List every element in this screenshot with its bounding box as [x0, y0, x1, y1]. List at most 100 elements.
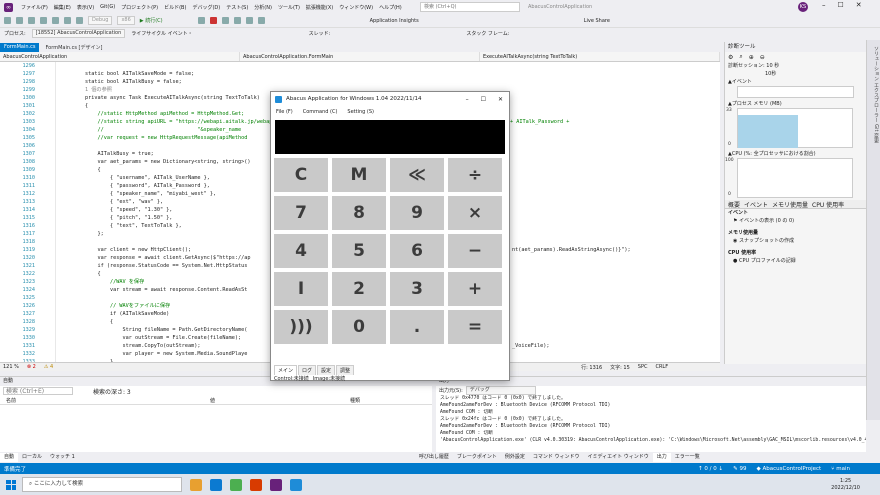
- forward-icon[interactable]: [16, 17, 23, 24]
- record-cpu-profile-link[interactable]: ● CPU プロファイルの記録: [725, 257, 866, 265]
- nav-project-dropdown[interactable]: AbacusControlApplication: [0, 52, 240, 61]
- maximize-icon[interactable]: ☐: [838, 1, 844, 9]
- tab-memory-usage[interactable]: メモリ使用量: [772, 200, 808, 209]
- search-icon[interactable]: ⌕: [739, 53, 742, 61]
- memory-header[interactable]: ▲プロセス メモリ (MB): [725, 100, 866, 108]
- take-snapshot-link[interactable]: ◉ スナップショットの作成: [725, 237, 866, 245]
- save-icon[interactable]: [40, 17, 47, 24]
- code-line[interactable]: static bool AITalkBusy = false;: [60, 78, 720, 86]
- save-all-icon[interactable]: [52, 17, 59, 24]
- menu-item[interactable]: Git(G): [100, 4, 115, 10]
- avatar[interactable]: KS: [798, 2, 808, 12]
- warning-count[interactable]: ⚠ 4: [44, 364, 53, 370]
- key-button[interactable]: +: [448, 272, 502, 306]
- menu-item[interactable]: ウィンドウ(W): [339, 4, 373, 11]
- key-button[interactable]: ))): [274, 310, 328, 344]
- key-button[interactable]: ×: [448, 196, 502, 230]
- menu-item[interactable]: 分析(N): [254, 4, 272, 11]
- code-line[interactable]: static bool AITalkSaveMode = false;: [60, 70, 720, 78]
- project-indicator[interactable]: ◆ AbacusControlProject: [757, 466, 822, 472]
- tab-events[interactable]: イベント: [744, 200, 768, 209]
- menu-item[interactable]: 編集(E): [54, 4, 71, 11]
- key-button[interactable]: −: [448, 234, 502, 268]
- edge-icon[interactable]: [210, 478, 222, 491]
- branch-indicator[interactable]: ⑂ main: [831, 466, 850, 472]
- side-tool-strip[interactable]: ソリューション エクスプローラー Git 変更: [866, 40, 880, 420]
- zoom-out-icon[interactable]: ⊖: [760, 54, 765, 61]
- live-share-button[interactable]: Live Share: [584, 18, 610, 24]
- calculator-title-bar[interactable]: Abacus Application for Windows 1.04 2022…: [271, 92, 509, 106]
- redo-icon[interactable]: [76, 17, 83, 24]
- autos-search-input[interactable]: 検索 (Ctrl+E): [3, 387, 73, 395]
- tab-formmain-cs[interactable]: FormMain.cs: [0, 43, 40, 52]
- show-events-link[interactable]: ⚑ イベントの表示 (0 の 0): [725, 217, 866, 225]
- settings-gear-icon[interactable]: ⚙: [728, 54, 733, 61]
- menu-item[interactable]: ヘルプ(H): [379, 4, 402, 11]
- key-button[interactable]: M: [332, 158, 386, 192]
- search-depth-dropdown[interactable]: 検索の深さ: 3: [93, 387, 131, 396]
- error-count[interactable]: ⊗ 2: [27, 364, 36, 370]
- menu-setting[interactable]: Setting (S): [347, 109, 374, 115]
- explorer-icon[interactable]: [190, 478, 202, 491]
- tab-main[interactable]: メイン: [274, 365, 298, 375]
- tab-adjust[interactable]: 調整: [336, 365, 355, 375]
- menu-item[interactable]: 拡張機能(X): [306, 4, 333, 11]
- app-insights-button[interactable]: Application Insights: [370, 18, 419, 24]
- zoom-in-icon[interactable]: ⊕: [749, 54, 754, 61]
- continue-button[interactable]: ▶ 続行(C): [140, 17, 163, 24]
- calc-close-icon[interactable]: ✕: [498, 96, 503, 103]
- abacus-app-icon[interactable]: [290, 478, 302, 491]
- events-header[interactable]: ▲イベント: [725, 78, 866, 86]
- step-out-icon[interactable]: [257, 17, 265, 24]
- key-button[interactable]: 6: [390, 234, 444, 268]
- undo-icon[interactable]: [64, 17, 71, 24]
- key-button[interactable]: 9: [390, 196, 444, 230]
- close-icon[interactable]: ✕: [856, 1, 862, 9]
- platform-dropdown[interactable]: x86: [117, 16, 135, 25]
- menu-item[interactable]: テスト(S): [226, 4, 248, 11]
- pencil-icon[interactable]: ✎ 99: [733, 466, 746, 472]
- tab-log[interactable]: ログ: [298, 365, 317, 375]
- tab-exception-settings[interactable]: 例外設定: [501, 453, 529, 462]
- key-button[interactable]: ÷: [448, 158, 502, 192]
- menu-command[interactable]: Command (C): [303, 109, 338, 115]
- step-into-icon[interactable]: [233, 17, 241, 24]
- key-button[interactable]: 0: [332, 310, 386, 344]
- tab-watch-1[interactable]: ウォッチ 1: [46, 453, 79, 462]
- back-icon[interactable]: [4, 17, 11, 24]
- step-over-icon[interactable]: [245, 17, 253, 24]
- search-input[interactable]: 検索 (Ctrl+Q): [420, 2, 520, 12]
- tab-cpu-usage[interactable]: CPU 使用率: [812, 200, 844, 209]
- key-button[interactable]: 2: [332, 272, 386, 306]
- git-sync-status[interactable]: ↑ 0 / 0 ↓: [698, 466, 723, 472]
- key-button[interactable]: 4: [274, 234, 328, 268]
- pause-icon[interactable]: [197, 17, 205, 24]
- key-button[interactable]: 7: [274, 196, 328, 230]
- key-button[interactable]: .: [390, 310, 444, 344]
- key-button[interactable]: I: [274, 272, 328, 306]
- calc-minimize-icon[interactable]: –: [466, 96, 469, 103]
- config-dropdown[interactable]: Debug: [88, 16, 113, 25]
- minimize-icon[interactable]: –: [822, 1, 826, 9]
- nav-class-dropdown[interactable]: AbacusControlApplication.FormMain: [240, 52, 480, 61]
- visual-studio-icon[interactable]: [270, 478, 282, 491]
- nav-member-dropdown[interactable]: ExecuteAITalkAsync(string TextToTalk): [480, 52, 720, 61]
- stop-icon[interactable]: [209, 17, 217, 24]
- zoom-level[interactable]: 121 %: [3, 364, 19, 370]
- menu-item[interactable]: ファイル(F): [21, 4, 48, 11]
- menu-item[interactable]: ビルド(B): [164, 4, 186, 11]
- tab-call-stack[interactable]: 呼び出し履歴: [415, 453, 453, 462]
- tab-breakpoints[interactable]: ブレークポイント: [453, 453, 501, 462]
- key-button[interactable]: 3: [390, 272, 444, 306]
- output-text[interactable]: スレッド 0x4770 はコード 0 (0x0) で終了しました。 AmeFoun…: [436, 395, 866, 444]
- tab-summary[interactable]: 概要: [728, 200, 740, 209]
- key-button[interactable]: 8: [332, 196, 386, 230]
- output-source-dropdown[interactable]: デバッグ: [465, 386, 536, 395]
- tab-immediate-window[interactable]: イミディエイト ウィンドウ: [583, 453, 652, 462]
- office-icon[interactable]: [250, 478, 262, 491]
- key-button[interactable]: 5: [332, 234, 386, 268]
- tab-locals[interactable]: ローカル: [18, 453, 46, 462]
- tab-output[interactable]: 出力: [652, 453, 671, 462]
- tab-formmain-designer[interactable]: FormMain.cs [デザイン]: [41, 43, 107, 52]
- code-line[interactable]: [60, 62, 720, 70]
